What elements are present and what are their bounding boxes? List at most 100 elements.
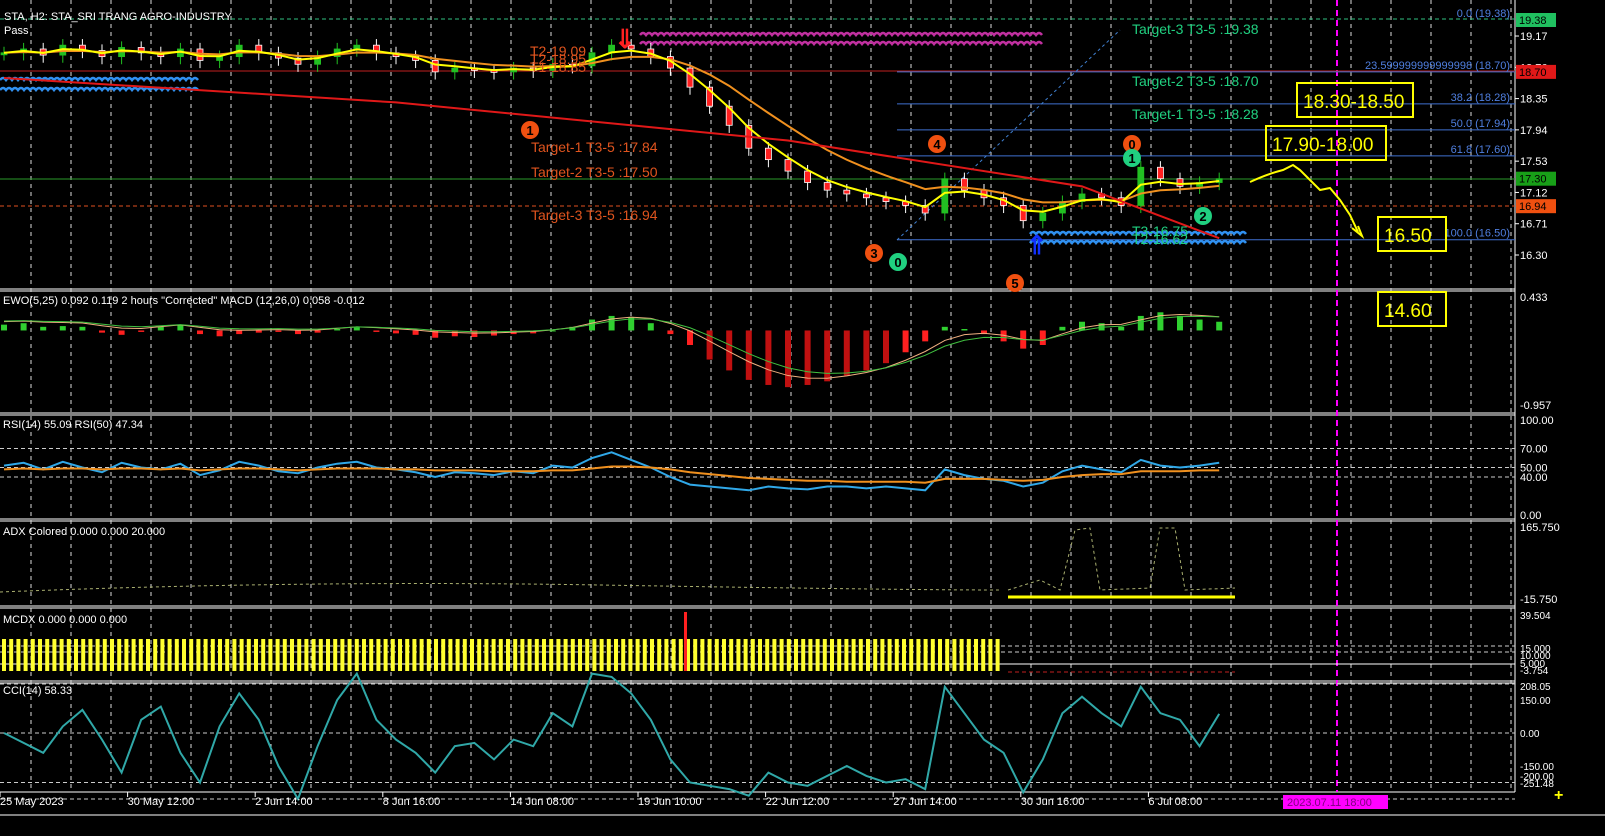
mcdx-bar [570, 639, 575, 671]
mcdx-bar [333, 639, 338, 671]
mcdx-bar [477, 639, 482, 671]
mcdx-bar [88, 639, 93, 671]
mcdx-tick-label: 39.504 [1520, 611, 1551, 622]
wave-count-number: 2 [1199, 209, 1206, 224]
candle [1157, 166, 1164, 180]
mcdx-bar [563, 639, 568, 671]
mcdx-bar [830, 639, 834, 671]
ewo-bar [961, 329, 968, 331]
mcdx-bar [786, 639, 791, 671]
mcdx-bar [974, 639, 978, 671]
ewo-bar [1059, 326, 1066, 331]
mcdx-bar [419, 639, 424, 671]
mcdx-bar [657, 639, 662, 671]
ewo-bar [157, 326, 164, 331]
wave-count-number: 0 [894, 255, 901, 270]
mcdx-bar [981, 639, 986, 671]
mcdx-bar [412, 639, 417, 671]
mcdx-title: MCDX 0.000 0.000 0.000 [3, 614, 127, 626]
price-tag-label: 18.70 [1519, 67, 1547, 79]
ewo-bar [785, 330, 791, 388]
cci-tick-label: 150.00 [1520, 696, 1551, 707]
mcdx-bar [182, 639, 186, 671]
ewo-bar [236, 330, 243, 335]
cci-tick-label: -251.48 [1520, 779, 1554, 790]
ewo-bar [334, 329, 341, 331]
target-up-label: Target-1 T3-5 :18.28 [1132, 106, 1259, 122]
price-tick-label: 16.71 [1520, 219, 1548, 231]
time-tick-label: 14 Jun 08:00 [510, 796, 574, 808]
mcdx-bar [945, 639, 950, 671]
candle [941, 178, 949, 214]
ewo-bar [59, 326, 66, 331]
mcdx-bar [131, 639, 136, 671]
time-tick-label: 22 Jun 12:00 [766, 796, 830, 808]
wave-count-number: 1 [526, 123, 533, 138]
time-tick-label: 8 Jun 16:00 [383, 796, 441, 808]
ewo-tick-label: -0.957 [1520, 400, 1551, 412]
mcdx-bar [160, 639, 165, 671]
mcdx-bar [527, 639, 532, 671]
mcdx-bar [606, 639, 611, 671]
mcdx-bar [707, 639, 712, 671]
candle [1039, 212, 1047, 222]
mcdx-bar [102, 639, 107, 671]
mcdx-bar [441, 639, 446, 671]
fib-label: 23.599999999999998 (18.70) [1365, 60, 1510, 72]
mcdx-bar [2, 639, 6, 671]
mcdx-bar [506, 639, 510, 671]
adx-title: ADX Colored 0.000 0.000 20.000 [3, 526, 165, 538]
time-tick-label: 2 Jun 14:00 [255, 796, 313, 808]
mcdx-bar [592, 639, 597, 671]
ewo-bar [1216, 321, 1223, 331]
candle [823, 182, 831, 191]
mcdx-bar [599, 639, 604, 671]
ewo-bar [99, 330, 105, 333]
mcdx-bar [376, 639, 381, 671]
time-tick-label: 19 Jun 10:00 [638, 796, 702, 808]
mcdx-bar [261, 639, 266, 671]
rsi-title: RSI(14) 55.09 RSI(50) 47.34 [3, 419, 143, 431]
time-tick-label: 27 Jun 14:00 [893, 796, 957, 808]
mcdx-bar [167, 639, 172, 671]
trading-chart[interactable]: 0.0 (19.38) 23.599999999999998 (18.70) 38.… [0, 0, 1605, 836]
wave-count-number: 1 [1128, 151, 1135, 166]
mcdx-bar [398, 639, 402, 671]
ewo-bar [1137, 315, 1144, 331]
mcdx-bar [59, 639, 64, 671]
ewo-bar [843, 330, 850, 376]
mcdx-bar [916, 639, 921, 671]
mcdx-bar [434, 639, 438, 671]
candle [863, 193, 870, 199]
mcdx-bar [95, 639, 100, 671]
mcdx-bar [628, 639, 633, 671]
ewo-bar [1039, 330, 1046, 345]
ewo-bar [177, 325, 184, 331]
cursor-time-label: 2023.07.11 18:00 [1287, 797, 1372, 809]
ewo-bar [608, 315, 615, 331]
mcdx-bar [146, 639, 150, 671]
mcdx-bar [736, 639, 741, 671]
mcdx-bar [815, 639, 820, 671]
ewo-bar [1196, 319, 1203, 331]
annotation-text: 18.30-18.50 [1303, 92, 1404, 113]
mcdx-bar [462, 639, 467, 671]
mcdx-bar [275, 639, 280, 671]
mcdx-bar [930, 639, 935, 671]
wave-count-number: 4 [933, 137, 941, 152]
mcdx-bar [196, 639, 201, 671]
rsi-tick-label: 100.00 [1520, 415, 1554, 427]
mcdx-bar [772, 639, 777, 671]
mcdx-bar [585, 639, 590, 671]
mcdx-bar [9, 639, 14, 671]
mcdx-bar [671, 639, 676, 671]
mcdx-bar [66, 639, 71, 671]
ewo-bar [40, 326, 47, 331]
crosshair-icon: + [1554, 787, 1563, 804]
rsi-tick-label: 70.00 [1520, 444, 1548, 456]
mcdx-bar [282, 639, 287, 671]
mcdx-bar [779, 639, 784, 671]
candle [804, 170, 811, 183]
fib-label: 0.0 (19.38) [1457, 8, 1510, 20]
ewo-bar [922, 330, 929, 342]
